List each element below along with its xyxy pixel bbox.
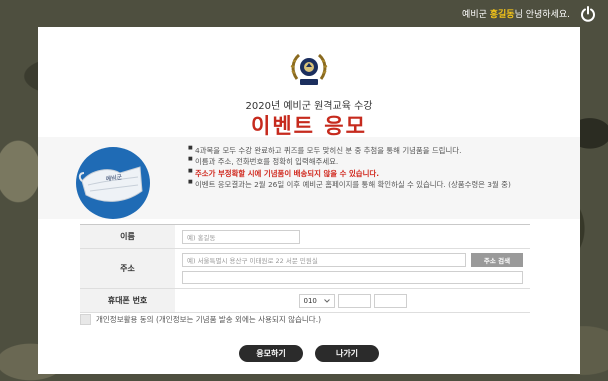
address-label: 주소 (80, 249, 175, 288)
note-item: 4과목을 모두 수강 완료하고 퀴즈를 모두 맞히신 분 중 추첨을 통해 기념… (188, 145, 568, 156)
address-detail-input[interactable] (182, 271, 523, 284)
address-row: 주소 예) 서울특별시 용산구 이태원로 22 서문 민원실 주소 검색 (80, 249, 530, 289)
event-info-panel: 예비군 4과목을 모두 수강 완료하고 퀴즈를 모두 맞히신 분 중 추첨을 통… (38, 137, 580, 219)
consent-checkbox[interactable] (80, 314, 91, 325)
greeting-text: 예비군 홍길동님 안녕하세요. (462, 7, 570, 20)
power-icon[interactable] (580, 5, 596, 22)
privacy-consent[interactable]: 개인정보활용 동의 (개인정보는 기념품 발송 외에는 사용되지 않습니다.) (80, 314, 321, 325)
page-title: 이벤트 응모 (251, 114, 367, 138)
greeting-prefix: 예비군 (462, 10, 490, 20)
consent-label: 개인정보활용 동의 (개인정보는 기념품 발송 외에는 사용되지 않습니다.) (96, 315, 322, 324)
greeting-suffix: 님 안녕하세요. (514, 10, 570, 20)
face-mask-icon: 예비군 (76, 147, 150, 219)
note-item: 이름과 주소, 전화번호를 정확히 입력해주세요. (188, 156, 568, 167)
note-item-warning: 주소가 부정확할 시에 기념품이 배송되지 않을 수 있습니다. (188, 168, 568, 179)
note-item: 이벤트 응모결과는 2월 26일 이후 예비군 홈페이지를 통해 확인하실 수 … (188, 179, 568, 190)
reserve-forces-emblem-icon (289, 49, 329, 93)
submit-button[interactable]: 응모하기 (239, 345, 303, 362)
phone-last-input[interactable] (373, 293, 407, 308)
address-search-button[interactable]: 주소 검색 (471, 253, 523, 267)
phone-prefix-value: 010 (303, 296, 317, 305)
event-notes-list: 4과목을 모두 수강 완료하고 퀴즈를 모두 맞히신 분 중 추첨을 통해 기념… (188, 145, 568, 191)
user-name: 홍길동 (489, 10, 515, 20)
entry-form: 이름 예) 홍길동 주소 예) 서울특별시 용산구 이태원로 22 서문 민원실… (80, 224, 530, 313)
top-bar: 예비군 홍길동님 안녕하세요. (0, 0, 608, 27)
form-actions: 응모하기 나가기 (38, 345, 580, 362)
chevron-down-icon (323, 297, 330, 305)
address-search-input[interactable]: 예) 서울특별시 용산구 이태원로 22 서문 민원실 (182, 253, 466, 267)
phone-middle-input[interactable] (337, 293, 371, 308)
phone-label: 휴대폰 번호 (80, 289, 175, 312)
exit-button[interactable]: 나가기 (315, 345, 379, 362)
logo (38, 49, 580, 93)
name-label: 이름 (80, 225, 175, 248)
name-input[interactable]: 예) 홍길동 (182, 229, 300, 244)
phone-prefix-select[interactable]: 010 (298, 293, 335, 308)
event-card: 2020년 예비군 원격교육 수강 이벤트 응모 예비군 4과목을 모두 수강 … (38, 27, 580, 374)
name-row: 이름 예) 홍길동 (80, 225, 530, 249)
phone-row: 휴대폰 번호 010 (80, 289, 530, 313)
